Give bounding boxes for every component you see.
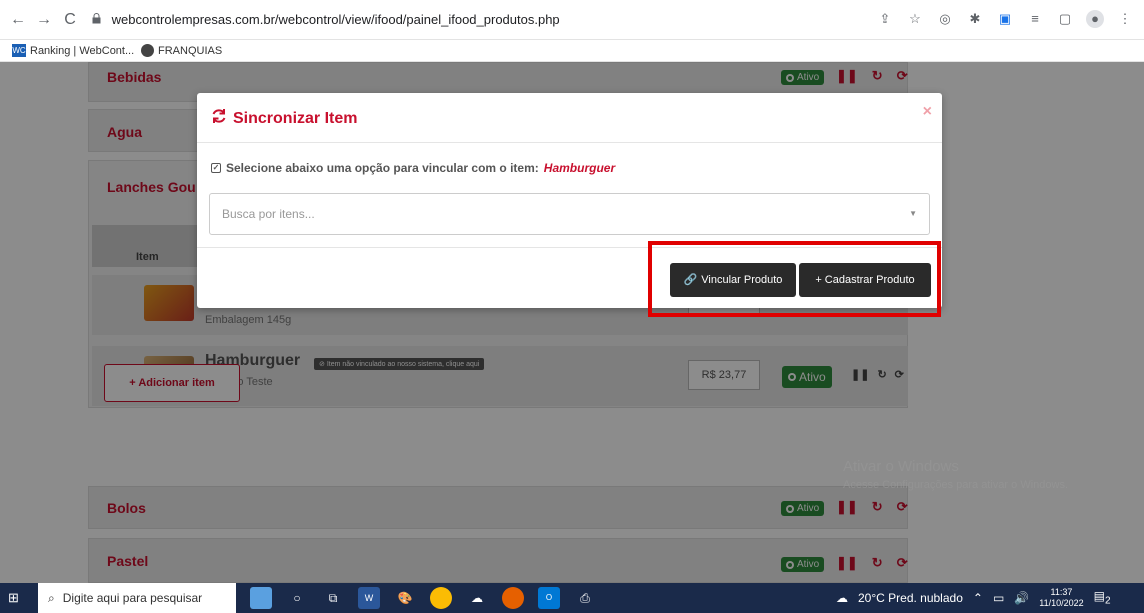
item-name: Hamburguer	[543, 161, 616, 175]
windows-start-icon[interactable]: ⊞	[8, 590, 19, 606]
notification-count: 2	[1104, 595, 1111, 607]
menu-icon[interactable]: ⋮	[1116, 10, 1134, 28]
modal-title-text: Sincronizar Item	[233, 109, 358, 127]
url-text: webcontrolempresas.com.br/webcontrol/vie…	[111, 12, 560, 27]
forward-icon[interactable]: →	[34, 10, 54, 30]
webcontrol-icon: WC	[12, 44, 26, 57]
modal-instruction: ✓ Selecione abaixo uma opção para vincul…	[211, 161, 615, 175]
network-icon[interactable]: ▭	[993, 591, 1004, 605]
network-app-icon[interactable]: ⎙	[574, 587, 596, 609]
chevron-up-icon[interactable]: ⌃	[973, 591, 983, 605]
extensions-icon[interactable]: ✱	[966, 10, 984, 28]
bookmarks-bar: WC FRANQUIAS Ranking | WebCont... FRANQU…	[0, 40, 1144, 62]
windows-watermark-subtitle: Acesse Configurações para ativar o Windo…	[843, 479, 1068, 491]
chrome-app-icon[interactable]	[430, 587, 452, 609]
sidepanel-icon[interactable]: ▢	[1056, 10, 1074, 28]
search-icon: ⌕	[48, 591, 55, 605]
lock-icon	[92, 7, 108, 35]
word-app-icon[interactable]: W	[358, 587, 380, 609]
windows-watermark-title: Ativar o Windows	[843, 458, 959, 475]
weather-icon: ☁	[836, 591, 848, 605]
instruction-text: Selecione abaixo uma opção para vincular…	[226, 161, 539, 175]
back-icon[interactable]: ←	[8, 10, 28, 30]
browser-toolbar: ← → C webcontrolempresas.com.br/webcontr…	[0, 0, 1144, 40]
profile-icon[interactable]: ●	[1086, 10, 1104, 28]
item-search-select[interactable]: Busca por itens... ▼	[209, 193, 930, 235]
app-icon[interactable]: ☁	[466, 587, 488, 609]
bookmark-franquias[interactable]: FRANQUIAS	[141, 44, 222, 57]
notification-icon[interactable]: ▤2	[1094, 589, 1111, 606]
search-placeholder: Busca por itens...	[222, 207, 315, 221]
address-bar[interactable]: webcontrolempresas.com.br/webcontrol/vie…	[92, 6, 702, 34]
playlist-icon[interactable]: ≡	[1026, 10, 1044, 28]
cortana-icon[interactable]: ○	[286, 587, 308, 609]
modal-header: Sincronizar Item ×	[197, 93, 942, 143]
modal-title: Sincronizar Item	[211, 108, 357, 129]
close-icon[interactable]: ×	[923, 103, 932, 121]
reload-icon[interactable]: C	[60, 10, 80, 30]
highlight-box	[648, 241, 941, 317]
clock[interactable]: 11:37 11/10/2022	[1039, 587, 1083, 609]
taskbar-search-placeholder: Digite aqui para pesquisar	[62, 591, 203, 605]
volume-icon[interactable]: 🔊	[1014, 591, 1029, 605]
cast-icon[interactable]: ▣	[996, 10, 1014, 28]
weather-text[interactable]: 20°C Pred. nublado	[858, 591, 963, 605]
firefox-app-icon[interactable]	[502, 587, 524, 609]
bookmark-label: FRANQUIAS	[158, 44, 223, 57]
bookmark-ranking[interactable]: WC FRANQUIAS Ranking | WebCont...	[12, 44, 134, 57]
sync-icon	[211, 108, 227, 129]
taskbar-apps: ○ ⧉ W 🎨 ☁ O ⎙	[250, 587, 596, 609]
globe-icon	[141, 44, 154, 57]
clock-time: 11:37	[1050, 587, 1073, 597]
share-icon[interactable]: ⇪	[876, 10, 894, 28]
clock-date: 11/10/2022	[1039, 598, 1084, 608]
task-view-icon[interactable]: ⧉	[322, 587, 344, 609]
news-app-icon[interactable]	[250, 587, 272, 609]
windows-taskbar: ⊞ ⌕ Digite aqui para pesquisar ○ ⧉ W 🎨 ☁…	[0, 583, 1144, 613]
star-icon[interactable]: ☆	[906, 10, 924, 28]
paint-app-icon[interactable]: 🎨	[394, 587, 416, 609]
taskbar-search[interactable]: ⌕ Digite aqui para pesquisar	[38, 583, 236, 613]
bookmark-label: Ranking | WebCont...	[30, 44, 135, 57]
outlook-app-icon[interactable]: O	[538, 587, 560, 609]
chevron-down-icon: ▼	[909, 209, 917, 218]
modal-body: ✓ Selecione abaixo uma opção para vincul…	[197, 143, 942, 248]
system-tray: ☁ 20°C Pred. nublado ⌃ ▭ 🔊 11:37 11/10/2…	[836, 583, 1111, 613]
checkbox-icon: ✓	[211, 163, 221, 173]
camera-icon[interactable]: ◎	[936, 10, 954, 28]
